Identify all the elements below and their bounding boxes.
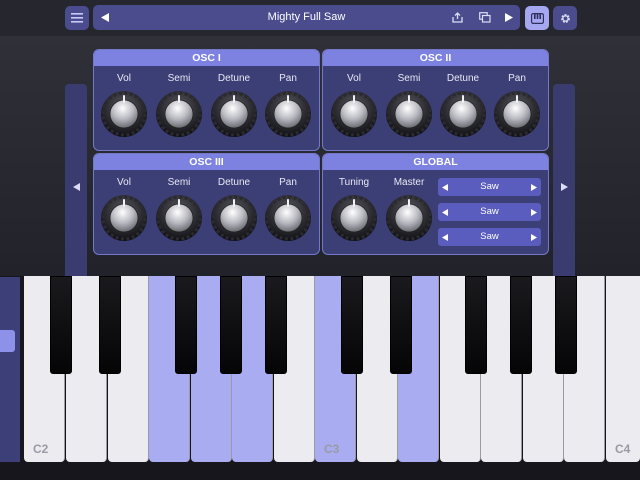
gear-icon [560, 13, 570, 23]
white-key-c4[interactable]: C4 [606, 276, 640, 462]
keyboard-toggle-button[interactable] [525, 6, 549, 30]
arrow-left-icon [442, 233, 448, 241]
osc3-semi-knob[interactable] [155, 194, 203, 242]
osc3-panel: OSC III Vol Semi Detune Pan [93, 153, 320, 255]
next-page-button[interactable] [553, 84, 575, 289]
global-master-knob[interactable] [385, 194, 433, 242]
menu-button[interactable] [65, 6, 89, 30]
global-panel: GLOBAL Tuning Master Saw Saw Saw [322, 153, 549, 255]
black-key-dsharp2[interactable] [99, 276, 121, 374]
osc1-pan-knob[interactable] [264, 90, 312, 138]
prev-page-button[interactable] [65, 84, 87, 289]
osc3-waveform-value: Saw [480, 231, 499, 242]
osc3-vol-knob[interactable] [100, 194, 148, 242]
waveform-prev-button[interactable] [438, 203, 452, 221]
osc3-detune-label: Detune [217, 177, 251, 188]
waveform-next-button[interactable] [527, 228, 541, 246]
top-toolbar: Mighty Full Saw [0, 0, 640, 36]
global-title: GLOBAL [323, 154, 548, 170]
save-preset-button[interactable] [449, 9, 466, 26]
waveform-prev-button[interactable] [438, 178, 452, 196]
arrow-right-icon [531, 233, 537, 241]
key-label-c2: C2 [33, 442, 49, 456]
osc1-waveform-value: Saw [480, 181, 499, 192]
pitch-wheel-strip[interactable] [0, 277, 20, 462]
osc2-detune-label: Detune [446, 73, 480, 84]
osc3-waveform-selector[interactable]: Saw [438, 228, 541, 246]
keyboard-icon [530, 12, 544, 24]
black-key-csharp2[interactable] [50, 276, 72, 374]
osc3-detune-knob[interactable] [210, 194, 258, 242]
black-key-gsharp3[interactable] [510, 276, 532, 374]
osc1-semi-knob[interactable] [155, 90, 203, 138]
arrow-right-icon [531, 183, 537, 191]
duplicate-preset-button[interactable] [476, 9, 493, 26]
duplicate-icon [478, 12, 491, 23]
menu-icon [71, 13, 83, 23]
arrow-left-icon [72, 182, 80, 191]
osc3-vol-label: Vol [117, 177, 131, 188]
save-icon [452, 12, 463, 23]
osc2-pan-label: Pan [508, 73, 526, 84]
next-preset-button[interactable] [500, 9, 517, 26]
global-tuning-label: Tuning [338, 177, 370, 188]
black-key-gsharp2[interactable] [220, 276, 242, 374]
osc3-pan-label: Pan [279, 177, 297, 188]
key-label-c3: C3 [324, 442, 340, 456]
waveform-next-button[interactable] [527, 203, 541, 221]
osc1-detune-label: Detune [217, 73, 251, 84]
black-key-asharp2[interactable] [265, 276, 287, 374]
play-icon [504, 13, 513, 22]
osc1-waveform-selector[interactable]: Saw [438, 178, 541, 196]
waveform-prev-button[interactable] [438, 228, 452, 246]
osc1-detune-knob[interactable] [210, 90, 258, 138]
settings-button[interactable] [553, 6, 577, 30]
global-tuning-knob[interactable] [330, 194, 378, 242]
black-key-asharp3[interactable] [555, 276, 577, 374]
arrow-left-icon [442, 183, 448, 191]
osc2-semi-label: Semi [397, 73, 421, 84]
osc3-pan-knob[interactable] [264, 194, 312, 242]
osc2-semi-knob[interactable] [385, 90, 433, 138]
pitch-wheel-handle[interactable] [0, 330, 15, 352]
osc2-waveform-selector[interactable]: Saw [438, 203, 541, 221]
osc2-vol-label: Vol [347, 73, 361, 84]
black-key-fsharp3[interactable] [465, 276, 487, 374]
waveform-next-button[interactable] [527, 178, 541, 196]
osc1-pan-label: Pan [279, 73, 297, 84]
osc1-vol-knob[interactable] [100, 90, 148, 138]
osc1-vol-label: Vol [117, 73, 131, 84]
osc2-pan-knob[interactable] [493, 90, 541, 138]
black-key-dsharp3[interactable] [390, 276, 412, 374]
osc2-title: OSC II [323, 50, 548, 66]
black-key-fsharp2[interactable] [175, 276, 197, 374]
osc1-semi-label: Semi [167, 73, 191, 84]
osc2-waveform-value: Saw [480, 206, 499, 217]
arrow-right-icon [531, 208, 537, 216]
arrow-right-icon [560, 182, 568, 191]
osc2-detune-knob[interactable] [439, 90, 487, 138]
osc2-panel: OSC II Vol Semi Detune Pan [322, 49, 549, 151]
black-key-csharp3[interactable] [341, 276, 363, 374]
osc1-panel: OSC I Vol Semi Detune Pan [93, 49, 320, 151]
osc1-title: OSC I [94, 50, 319, 66]
key-label-c4: C4 [615, 442, 631, 456]
osc2-vol-knob[interactable] [330, 90, 378, 138]
preset-selector[interactable]: Mighty Full Saw [93, 5, 520, 30]
osc3-semi-label: Semi [167, 177, 191, 188]
osc3-title: OSC III [94, 154, 319, 170]
global-master-label: Master [393, 177, 425, 188]
arrow-left-icon [442, 208, 448, 216]
